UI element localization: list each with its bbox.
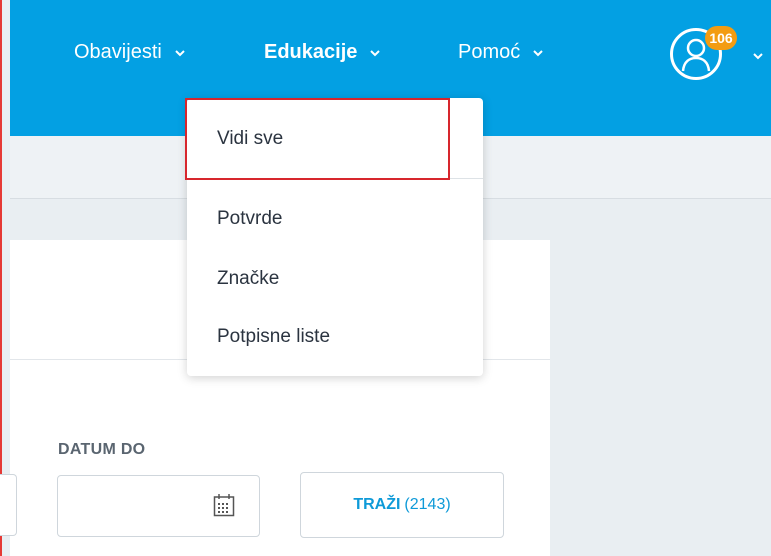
chevron-down-icon bbox=[369, 47, 381, 59]
search-button[interactable]: TRAŽI (2143) bbox=[300, 472, 504, 538]
search-button-label: TRAŽI bbox=[353, 496, 401, 513]
nav-item-label: Edukacije bbox=[264, 41, 358, 63]
dropdown-item-potvrde[interactable]: Potvrde bbox=[217, 208, 282, 230]
search-result-count: (2143) bbox=[404, 496, 451, 513]
dropdown-item-znacke[interactable]: Značke bbox=[217, 268, 279, 290]
calendar-icon[interactable] bbox=[213, 493, 235, 517]
chevron-down-icon bbox=[532, 47, 544, 59]
dropdown-item-vidi-sve[interactable]: Vidi sve bbox=[217, 128, 283, 150]
dropdown-divider bbox=[187, 178, 483, 179]
nav-item-pomoc[interactable]: Pomoć bbox=[458, 41, 544, 64]
dropdown-item-potpisne-liste[interactable]: Potpisne liste bbox=[217, 326, 330, 348]
left-edge-marker bbox=[0, 0, 2, 556]
chevron-down-icon[interactable] bbox=[752, 50, 764, 62]
nav-item-label: Obavijesti bbox=[74, 41, 162, 63]
nav-item-edukacije[interactable]: Edukacije bbox=[264, 41, 381, 64]
edukacije-dropdown-menu: Vidi sve Potvrde Značke Potpisne liste bbox=[187, 98, 483, 376]
nav-item-obavijesti[interactable]: Obavijesti bbox=[74, 41, 186, 64]
notification-badge: 106 bbox=[705, 26, 737, 50]
date-from-field[interactable] bbox=[0, 474, 17, 536]
date-to-label: DATUM DO bbox=[58, 441, 146, 458]
nav-item-label: Pomoć bbox=[458, 41, 521, 63]
chevron-down-icon bbox=[174, 47, 186, 59]
